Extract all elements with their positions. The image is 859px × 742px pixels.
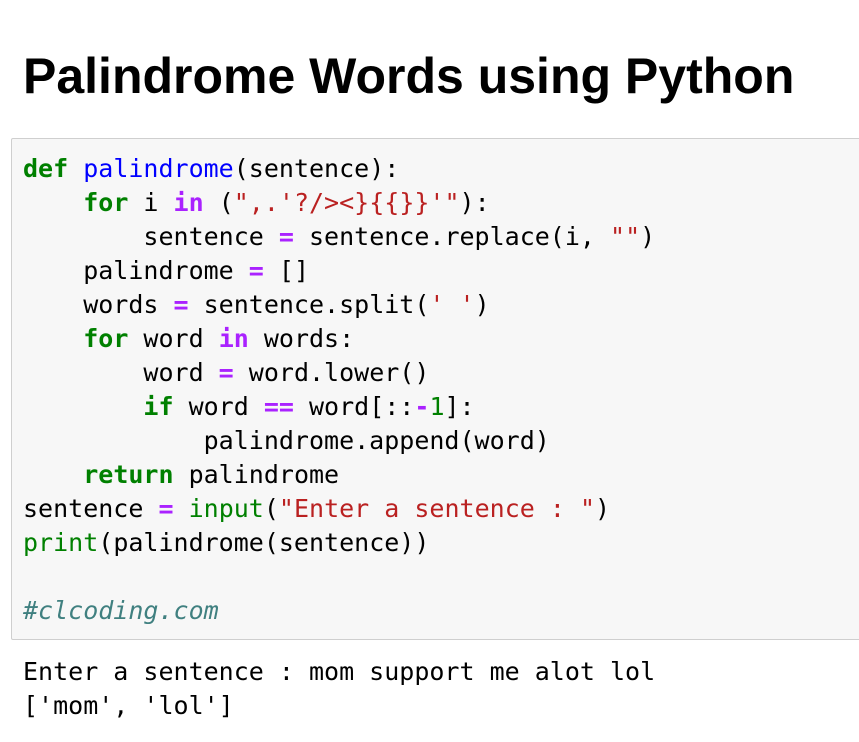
code-text: word bbox=[23, 358, 219, 387]
code-text: words: bbox=[248, 324, 355, 353]
keyword-in: in bbox=[173, 188, 204, 217]
code-text: word bbox=[173, 392, 264, 421]
code-line-4: palindrome = [] bbox=[23, 254, 655, 288]
keyword-for: for bbox=[83, 188, 129, 217]
code-text: palindrome bbox=[23, 256, 249, 285]
code-text: sentence.split( bbox=[188, 290, 430, 319]
keyword-in: in bbox=[218, 324, 249, 353]
code-line-10: return palindrome bbox=[23, 458, 655, 492]
output-line-2: ['mom', 'lol'] bbox=[23, 691, 234, 720]
code-text: ) bbox=[474, 290, 490, 319]
code-text: ]: bbox=[444, 392, 475, 421]
code-text: words bbox=[23, 290, 174, 319]
code-line-5: words = sentence.split(' ') bbox=[23, 288, 655, 322]
code-line-8: if word == word[::-1]: bbox=[23, 390, 655, 424]
code-text: word[:: bbox=[293, 392, 415, 421]
keyword-return: return bbox=[83, 460, 174, 489]
code-line-9: palindrome.append(word) bbox=[23, 424, 655, 458]
code-text: ( bbox=[203, 188, 234, 217]
code-text: ): bbox=[459, 188, 490, 217]
string-literal: ",.'?/><}{{}}'" bbox=[233, 188, 460, 217]
code-line-3: sentence = sentence.replace(i, "") bbox=[23, 220, 655, 254]
keyword-for: for bbox=[83, 324, 129, 353]
code-comment: #clcoding.com bbox=[23, 596, 219, 625]
cell-output: Enter a sentence : mom support me alot l… bbox=[23, 655, 655, 723]
code-text: [] bbox=[263, 256, 309, 285]
keyword-if: if bbox=[143, 392, 174, 421]
output-line-1: Enter a sentence : mom support me alot l… bbox=[23, 657, 656, 686]
operator-assign: = bbox=[278, 222, 294, 251]
operator-assign: = bbox=[158, 494, 174, 523]
operator-assign: = bbox=[218, 358, 234, 387]
code-text: sentence bbox=[23, 222, 279, 251]
code-block: def palindrome(sentence): for i in (",.'… bbox=[23, 152, 655, 628]
code-text: (sentence): bbox=[233, 154, 400, 183]
operator-minus: - bbox=[414, 392, 430, 421]
code-text: word.lower() bbox=[233, 358, 430, 387]
code-line-2: for i in (",.'?/><}{{}}'"): bbox=[23, 186, 655, 220]
code-cell[interactable]: def palindrome(sentence): for i in (",.'… bbox=[11, 138, 859, 640]
code-line-6: for word in words: bbox=[23, 322, 655, 356]
keyword-def: def bbox=[23, 154, 69, 183]
string-literal: "" bbox=[610, 222, 641, 251]
code-line-7: word = word.lower() bbox=[23, 356, 655, 390]
code-text: palindrome bbox=[173, 460, 340, 489]
builtin-input: input bbox=[188, 494, 264, 523]
code-text: ( bbox=[263, 494, 279, 523]
builtin-print: print bbox=[23, 528, 99, 557]
code-text: palindrome.append(word) bbox=[23, 426, 550, 455]
function-name: palindrome bbox=[83, 154, 234, 183]
code-text: word bbox=[128, 324, 219, 353]
code-text: (palindrome(sentence)) bbox=[98, 528, 430, 557]
number-literal: 1 bbox=[429, 392, 445, 421]
code-text: ) bbox=[595, 494, 611, 523]
string-literal: ' ' bbox=[429, 290, 475, 319]
code-line-1: def palindrome(sentence): bbox=[23, 152, 655, 186]
operator-assign: = bbox=[173, 290, 189, 319]
code-line-12: print(palindrome(sentence)) bbox=[23, 526, 655, 560]
code-line-14: #clcoding.com bbox=[23, 594, 655, 628]
code-text: i bbox=[128, 188, 174, 217]
operator-equals: == bbox=[263, 392, 294, 421]
string-literal: "Enter a sentence : " bbox=[278, 494, 595, 523]
code-text: sentence bbox=[23, 494, 159, 523]
code-text: ) bbox=[640, 222, 656, 251]
code-line-11: sentence = input("Enter a sentence : ") bbox=[23, 492, 655, 526]
page-title: Palindrome Words using Python bbox=[23, 48, 795, 104]
operator-assign: = bbox=[248, 256, 264, 285]
code-text: sentence.replace(i, bbox=[293, 222, 611, 251]
